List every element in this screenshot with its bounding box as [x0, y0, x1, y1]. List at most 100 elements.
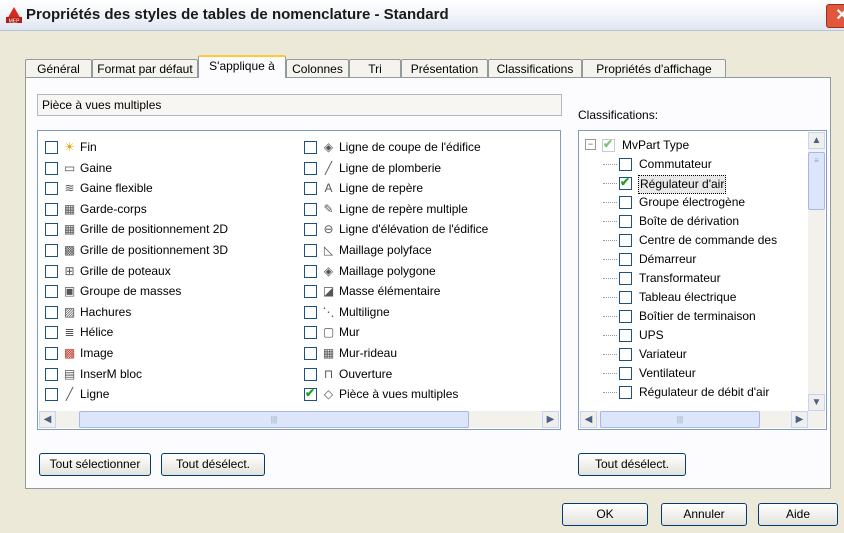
tree-connector	[603, 392, 617, 393]
item-checkbox[interactable]	[304, 202, 317, 216]
tab-applies-to[interactable]: S'applique à	[198, 55, 286, 78]
tree-item-checkbox[interactable]	[619, 175, 632, 190]
item-checkbox[interactable]	[45, 244, 58, 257]
item-label: Mur	[339, 325, 360, 340]
tab-layout[interactable]: Présentation	[401, 59, 488, 77]
item-label: Grille de poteaux	[80, 263, 171, 278]
scroll-thumb-vertical[interactable]: ≡	[808, 152, 825, 210]
classifications-label: Classifications:	[578, 108, 659, 122]
horizontal-scrollbar[interactable]: ◀ ||| ▶	[39, 411, 559, 428]
tree-connector	[603, 183, 617, 184]
hatch-icon: ▨	[63, 304, 76, 319]
item-label: Garde-corps	[80, 201, 147, 216]
item-checkbox[interactable]	[45, 182, 58, 196]
tab-columns[interactable]: Colonnes	[286, 59, 349, 77]
item-label: Fin	[80, 140, 97, 154]
tree-scroll-thumb[interactable]: |||	[600, 411, 760, 428]
item-checkbox[interactable]	[45, 347, 58, 360]
item-checkbox[interactable]	[304, 386, 317, 402]
item-checkbox[interactable]	[304, 347, 317, 360]
tree-item-label: Transformateur	[639, 271, 721, 285]
item-label: Ligne de coupe de l'édifice	[339, 140, 481, 154]
tree-item-checkbox[interactable]	[619, 329, 632, 342]
scroll-down-icon[interactable]: ▼	[808, 394, 825, 411]
scroll-right-icon[interactable]: ▶	[542, 411, 559, 428]
multileader-icon: ✎	[323, 201, 334, 216]
item-label: Gaine	[80, 160, 113, 175]
item-checkbox[interactable]	[45, 202, 58, 216]
tree-item-checkbox[interactable]	[619, 158, 632, 171]
item-checkbox[interactable]	[45, 285, 58, 299]
tree-scroll-left-icon[interactable]: ◀	[580, 411, 597, 428]
item-checkbox[interactable]	[304, 285, 317, 299]
item-checkbox[interactable]	[45, 223, 58, 237]
tree-item-checkbox[interactable]	[619, 215, 632, 228]
tab-display-properties[interactable]: Propriétés d'affichage	[582, 59, 726, 77]
item-checkbox[interactable]	[304, 182, 317, 196]
tab-classifications[interactable]: Classifications	[488, 59, 582, 77]
item-checkbox[interactable]	[304, 244, 317, 257]
item-label: Masse élémentaire	[339, 284, 441, 299]
autocad-mep-icon: MEP	[6, 7, 22, 24]
ok-button[interactable]: OK	[562, 503, 648, 526]
item-checkbox[interactable]	[304, 141, 317, 154]
scroll-up-icon[interactable]: ▲	[808, 132, 825, 149]
line-icon: ╱	[65, 387, 74, 402]
item-checkbox[interactable]	[304, 264, 317, 278]
help-button[interactable]: Aide	[758, 503, 838, 526]
item-label: Groupe de masses	[80, 284, 182, 299]
tree-root-checkbox[interactable]	[602, 137, 615, 152]
tree-item-checkbox[interactable]	[619, 291, 632, 304]
column-grid-icon: ⊞	[64, 263, 75, 278]
polyface-mesh-icon: ◺	[323, 243, 334, 257]
item-checkbox[interactable]	[45, 161, 58, 175]
mass-group-icon: ▣	[63, 284, 76, 299]
classification-deselect-all-button[interactable]: Tout désélect.	[578, 453, 686, 476]
section-line-icon: ◈	[323, 140, 334, 154]
tree-connector	[603, 373, 617, 374]
tab-default-format[interactable]: Format par défaut	[92, 59, 198, 77]
item-checkbox[interactable]	[304, 305, 317, 319]
grid-3d-icon: ▩	[63, 243, 76, 257]
tree-scroll-right-icon[interactable]: ▶	[791, 411, 808, 428]
tree-item-checkbox[interactable]	[619, 310, 632, 323]
item-checkbox[interactable]	[304, 161, 317, 175]
tree-item-checkbox[interactable]	[619, 196, 632, 209]
tree-item-label: Ventilateur	[639, 366, 696, 380]
vertical-scrollbar[interactable]: ▲ ≡ ▼	[808, 132, 825, 411]
item-checkbox[interactable]	[304, 326, 317, 340]
tree-item-label: Boîte de dérivation	[639, 214, 740, 228]
item-label: Grille de positionnement 3D	[80, 243, 229, 257]
item-label: Ligne de repère	[339, 181, 424, 196]
collapse-icon[interactable]: −	[585, 139, 596, 150]
item-checkbox[interactable]	[45, 367, 58, 381]
item-label: InserM bloc	[80, 366, 143, 381]
applies-to-field[interactable]: Pièce à vues multiples	[37, 94, 562, 116]
item-checkbox[interactable]	[304, 367, 317, 381]
tree-item-checkbox[interactable]	[619, 386, 632, 399]
tree-item-checkbox[interactable]	[619, 234, 632, 247]
item-checkbox[interactable]	[304, 223, 317, 237]
tree-item-label: Variateur	[639, 347, 687, 361]
tab-general[interactable]: Général	[25, 59, 92, 77]
cancel-button[interactable]: Annuler	[661, 503, 747, 526]
item-checkbox[interactable]	[45, 326, 58, 340]
deselect-all-button[interactable]: Tout désélect.	[161, 453, 265, 476]
flex-duct-icon: ≋	[64, 181, 75, 196]
tab-sort[interactable]: Tri	[349, 59, 401, 77]
item-label: Multiligne	[339, 304, 390, 319]
item-checkbox[interactable]	[45, 388, 58, 402]
item-checkbox[interactable]	[45, 305, 58, 319]
item-checkbox[interactable]	[45, 141, 58, 154]
select-all-button[interactable]: Tout sélectionner	[39, 453, 151, 476]
scroll-left-icon[interactable]: ◀	[39, 411, 56, 428]
tree-item-checkbox[interactable]	[619, 367, 632, 380]
item-checkbox[interactable]	[45, 264, 58, 278]
tree-item-checkbox[interactable]	[619, 253, 632, 266]
tree-item-label: Tableau électrique	[639, 290, 737, 304]
tree-horizontal-scrollbar[interactable]: ◀ ||| ▶	[580, 411, 825, 428]
tree-item-checkbox[interactable]	[619, 272, 632, 285]
scroll-thumb[interactable]: |||	[79, 411, 469, 428]
close-button[interactable]: ✕	[826, 4, 844, 28]
tree-item-checkbox[interactable]	[619, 348, 632, 361]
